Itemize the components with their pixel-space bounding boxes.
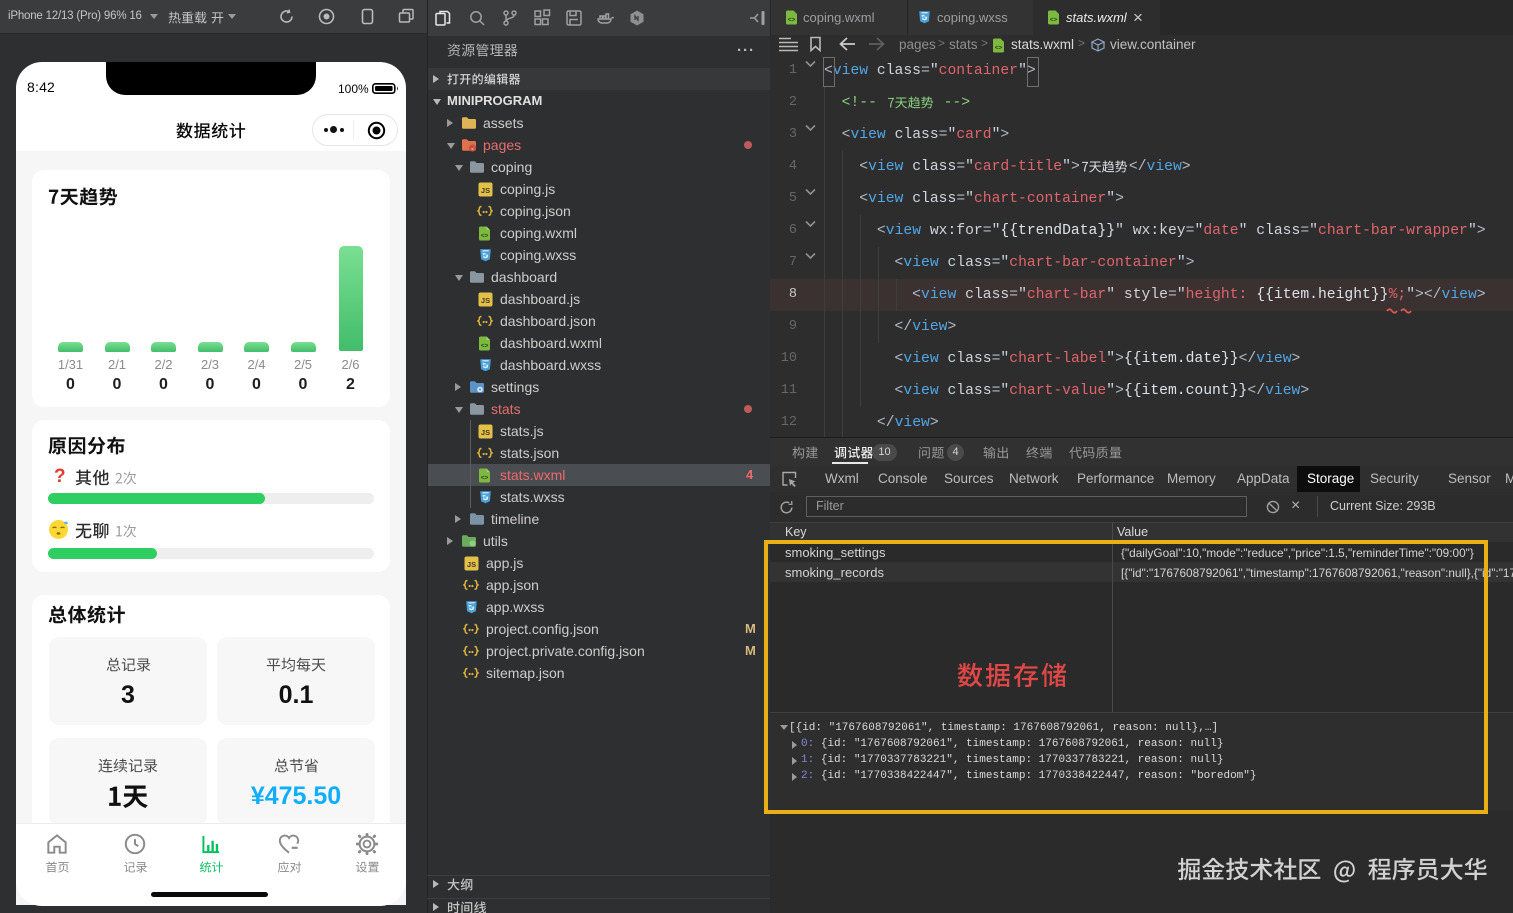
svg-text:JS: JS	[481, 428, 490, 437]
svg-text:JS: JS	[481, 296, 490, 305]
svg-text:<>: <>	[788, 17, 796, 24]
svg-text:<>: <>	[481, 232, 489, 239]
svg-text:<>: <>	[481, 474, 489, 481]
svg-text:JS: JS	[481, 186, 490, 195]
svg-text:JS: JS	[467, 560, 476, 569]
svg-text:<>: <>	[995, 45, 1003, 52]
svg-text:<>: <>	[1050, 17, 1058, 24]
svg-text:<>: <>	[481, 342, 489, 349]
svg-text:<: <	[471, 146, 474, 151]
